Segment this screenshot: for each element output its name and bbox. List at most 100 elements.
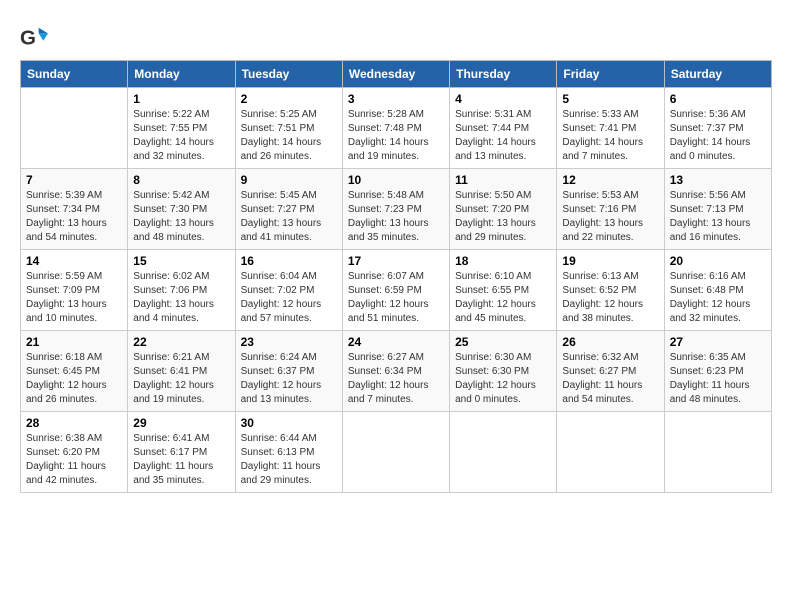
- day-info: Sunrise: 6:38 AM Sunset: 6:20 PM Dayligh…: [26, 432, 122, 488]
- day-info: Sunrise: 6:10 AM Sunset: 6:55 PM Dayligh…: [455, 270, 551, 326]
- col-header-tuesday: Tuesday: [235, 61, 342, 88]
- day-number: 22: [133, 335, 229, 349]
- calendar-cell: 26 Sunrise: 6:32 AM Sunset: 6:27 PM Dayli…: [557, 331, 664, 412]
- day-info: Sunrise: 6:44 AM Sunset: 6:13 PM Dayligh…: [241, 432, 337, 488]
- day-number: 9: [241, 173, 337, 187]
- day-info: Sunrise: 6:32 AM Sunset: 6:27 PM Dayligh…: [562, 351, 658, 407]
- day-info: Sunrise: 6:18 AM Sunset: 6:45 PM Dayligh…: [26, 351, 122, 407]
- calendar-cell: 1 Sunrise: 5:22 AM Sunset: 7:55 PM Daylig…: [128, 88, 235, 169]
- calendar-week-row: 28 Sunrise: 6:38 AM Sunset: 6:20 PM Dayli…: [21, 412, 772, 493]
- calendar-cell: 5 Sunrise: 5:33 AM Sunset: 7:41 PM Daylig…: [557, 88, 664, 169]
- calendar-table: SundayMondayTuesdayWednesdayThursdayFrid…: [20, 60, 772, 493]
- day-info: Sunrise: 5:45 AM Sunset: 7:27 PM Dayligh…: [241, 189, 337, 245]
- calendar-cell: 9 Sunrise: 5:45 AM Sunset: 7:27 PM Daylig…: [235, 169, 342, 250]
- day-number: 19: [562, 254, 658, 268]
- calendar-cell: 2 Sunrise: 5:25 AM Sunset: 7:51 PM Daylig…: [235, 88, 342, 169]
- calendar-cell: 27Sunrise: 6:35 AM Sunset: 6:23 PM Dayli…: [664, 331, 771, 412]
- day-info: Sunrise: 6:07 AM Sunset: 6:59 PM Dayligh…: [348, 270, 444, 326]
- calendar-cell: [664, 412, 771, 493]
- calendar-cell: 25 Sunrise: 6:30 AM Sunset: 6:30 PM Dayli…: [450, 331, 557, 412]
- day-number: 29: [133, 416, 229, 430]
- day-number: 13: [670, 173, 766, 187]
- calendar-cell: [342, 412, 449, 493]
- col-header-sunday: Sunday: [21, 61, 128, 88]
- day-number: 10: [348, 173, 444, 187]
- calendar-cell: 10 Sunrise: 5:48 AM Sunset: 7:23 PM Dayli…: [342, 169, 449, 250]
- day-info: Sunrise: 5:36 AM Sunset: 7:37 PM Dayligh…: [670, 108, 766, 164]
- calendar-cell: 28 Sunrise: 6:38 AM Sunset: 6:20 PM Dayli…: [21, 412, 128, 493]
- day-info: Sunrise: 5:25 AM Sunset: 7:51 PM Dayligh…: [241, 108, 337, 164]
- day-number: 20: [670, 254, 766, 268]
- day-number: 28: [26, 416, 122, 430]
- day-number: 6: [670, 92, 766, 106]
- day-info: Sunrise: 6:27 AM Sunset: 6:34 PM Dayligh…: [348, 351, 444, 407]
- day-info: Sunrise: 5:22 AM Sunset: 7:55 PM Dayligh…: [133, 108, 229, 164]
- col-header-wednesday: Wednesday: [342, 61, 449, 88]
- page-header: G: [20, 20, 772, 52]
- day-info: Sunrise: 5:42 AM Sunset: 7:30 PM Dayligh…: [133, 189, 229, 245]
- calendar-cell: 20 Sunrise: 6:16 AM Sunset: 6:48 PM Dayli…: [664, 250, 771, 331]
- calendar-cell: 15 Sunrise: 6:02 AM Sunset: 7:06 PM Dayli…: [128, 250, 235, 331]
- day-info: Sunrise: 6:30 AM Sunset: 6:30 PM Dayligh…: [455, 351, 551, 407]
- day-number: 3: [348, 92, 444, 106]
- calendar-cell: 13 Sunrise: 5:56 AM Sunset: 7:13 PM Dayli…: [664, 169, 771, 250]
- day-number: 21: [26, 335, 122, 349]
- svg-text:G: G: [20, 27, 36, 50]
- day-info: Sunrise: 5:31 AM Sunset: 7:44 PM Dayligh…: [455, 108, 551, 164]
- day-number: 26: [562, 335, 658, 349]
- day-info: Sunrise: 6:16 AM Sunset: 6:48 PM Dayligh…: [670, 270, 766, 326]
- day-number: 25: [455, 335, 551, 349]
- calendar-week-row: 21 Sunrise: 6:18 AM Sunset: 6:45 PM Dayli…: [21, 331, 772, 412]
- calendar-cell: 4Sunrise: 5:31 AM Sunset: 7:44 PM Daylig…: [450, 88, 557, 169]
- day-number: 1: [133, 92, 229, 106]
- calendar-cell: 3 Sunrise: 5:28 AM Sunset: 7:48 PM Daylig…: [342, 88, 449, 169]
- day-info: Sunrise: 6:41 AM Sunset: 6:17 PM Dayligh…: [133, 432, 229, 488]
- logo-icon: G: [20, 24, 48, 52]
- calendar-cell: 16 Sunrise: 6:04 AM Sunset: 7:02 PM Dayli…: [235, 250, 342, 331]
- calendar-cell: 19 Sunrise: 6:13 AM Sunset: 6:52 PM Dayli…: [557, 250, 664, 331]
- calendar-cell: 21 Sunrise: 6:18 AM Sunset: 6:45 PM Dayli…: [21, 331, 128, 412]
- day-number: 24: [348, 335, 444, 349]
- calendar-cell: 17 Sunrise: 6:07 AM Sunset: 6:59 PM Dayli…: [342, 250, 449, 331]
- day-info: Sunrise: 5:28 AM Sunset: 7:48 PM Dayligh…: [348, 108, 444, 164]
- day-info: Sunrise: 6:13 AM Sunset: 6:52 PM Dayligh…: [562, 270, 658, 326]
- calendar-week-row: 7Sunrise: 5:39 AM Sunset: 7:34 PM Daylig…: [21, 169, 772, 250]
- day-info: Sunrise: 5:48 AM Sunset: 7:23 PM Dayligh…: [348, 189, 444, 245]
- day-info: Sunrise: 6:21 AM Sunset: 6:41 PM Dayligh…: [133, 351, 229, 407]
- day-info: Sunrise: 5:33 AM Sunset: 7:41 PM Dayligh…: [562, 108, 658, 164]
- calendar-cell: 23Sunrise: 6:24 AM Sunset: 6:37 PM Dayli…: [235, 331, 342, 412]
- day-info: Sunrise: 5:56 AM Sunset: 7:13 PM Dayligh…: [670, 189, 766, 245]
- day-number: 17: [348, 254, 444, 268]
- day-info: Sunrise: 5:59 AM Sunset: 7:09 PM Dayligh…: [26, 270, 122, 326]
- calendar-header-row: SundayMondayTuesdayWednesdayThursdayFrid…: [21, 61, 772, 88]
- calendar-cell: [450, 412, 557, 493]
- calendar-cell: 6 Sunrise: 5:36 AM Sunset: 7:37 PM Daylig…: [664, 88, 771, 169]
- day-info: Sunrise: 5:53 AM Sunset: 7:16 PM Dayligh…: [562, 189, 658, 245]
- day-info: Sunrise: 6:35 AM Sunset: 6:23 PM Dayligh…: [670, 351, 766, 407]
- calendar-cell: 14Sunrise: 5:59 AM Sunset: 7:09 PM Dayli…: [21, 250, 128, 331]
- day-number: 12: [562, 173, 658, 187]
- day-number: 11: [455, 173, 551, 187]
- day-info: Sunrise: 6:04 AM Sunset: 7:02 PM Dayligh…: [241, 270, 337, 326]
- day-info: Sunrise: 6:02 AM Sunset: 7:06 PM Dayligh…: [133, 270, 229, 326]
- day-number: 2: [241, 92, 337, 106]
- col-header-saturday: Saturday: [664, 61, 771, 88]
- day-number: 7: [26, 173, 122, 187]
- calendar-cell: 24 Sunrise: 6:27 AM Sunset: 6:34 PM Dayli…: [342, 331, 449, 412]
- calendar-cell: [21, 88, 128, 169]
- day-number: 23: [241, 335, 337, 349]
- day-number: 16: [241, 254, 337, 268]
- logo: G: [20, 24, 50, 52]
- day-number: 15: [133, 254, 229, 268]
- day-info: Sunrise: 5:50 AM Sunset: 7:20 PM Dayligh…: [455, 189, 551, 245]
- calendar-week-row: 1 Sunrise: 5:22 AM Sunset: 7:55 PM Daylig…: [21, 88, 772, 169]
- day-number: 30: [241, 416, 337, 430]
- col-header-friday: Friday: [557, 61, 664, 88]
- day-number: 5: [562, 92, 658, 106]
- calendar-cell: 12 Sunrise: 5:53 AM Sunset: 7:16 PM Dayli…: [557, 169, 664, 250]
- calendar-cell: 8Sunrise: 5:42 AM Sunset: 7:30 PM Daylig…: [128, 169, 235, 250]
- col-header-monday: Monday: [128, 61, 235, 88]
- calendar-cell: 29 Sunrise: 6:41 AM Sunset: 6:17 PM Dayli…: [128, 412, 235, 493]
- calendar-cell: [557, 412, 664, 493]
- calendar-week-row: 14Sunrise: 5:59 AM Sunset: 7:09 PM Dayli…: [21, 250, 772, 331]
